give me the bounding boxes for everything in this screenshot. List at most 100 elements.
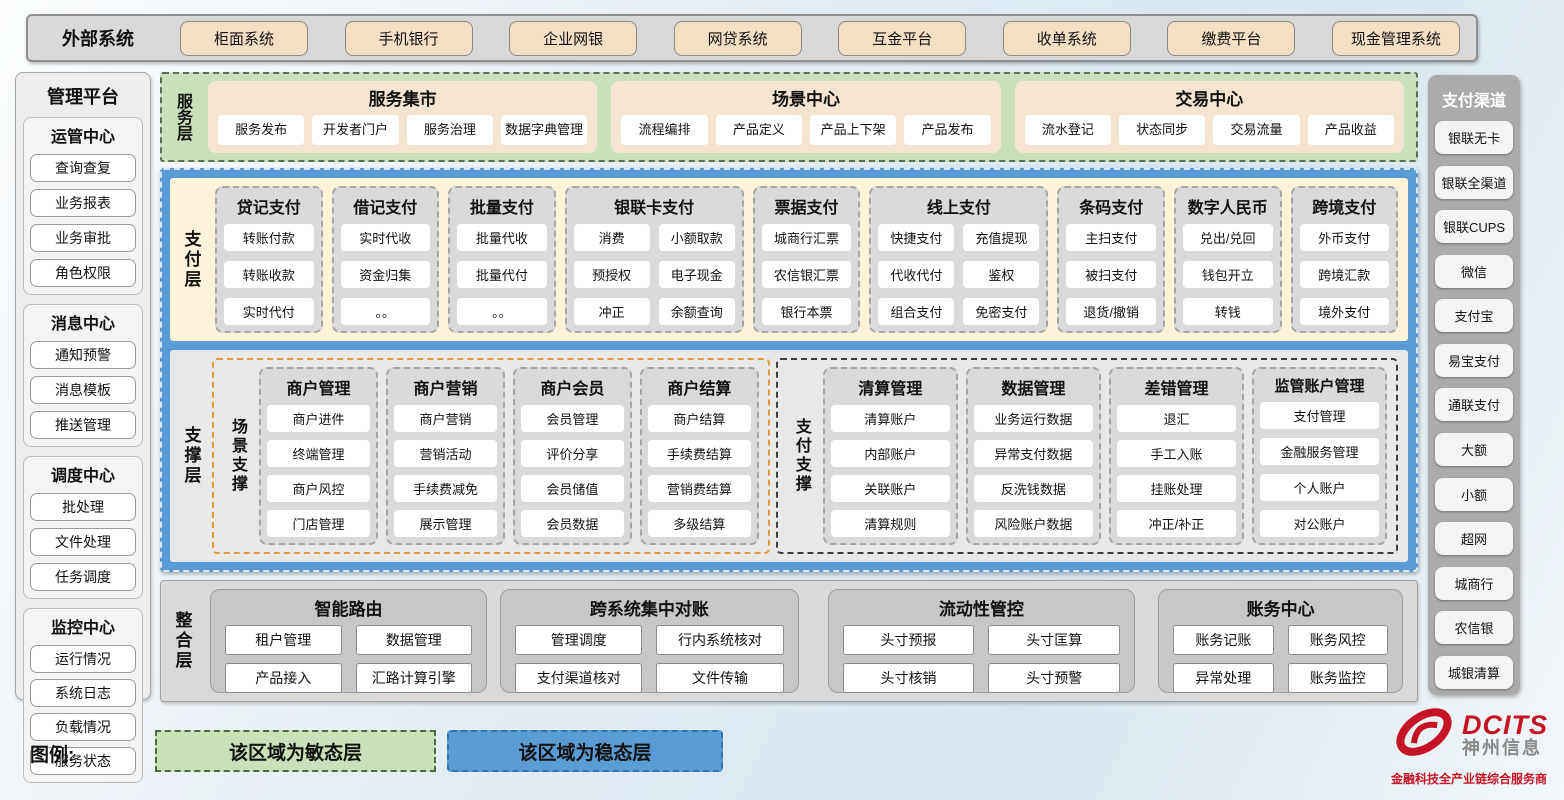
payment-button[interactable]: 余额查询	[659, 298, 735, 325]
support-button[interactable]: 业务运行数据	[974, 405, 1093, 432]
external-system-button[interactable]: 收单系统	[1003, 21, 1131, 56]
payment-button[interactable]: 批量代收	[457, 224, 547, 251]
payment-button[interactable]: 兑出/兑回	[1183, 224, 1273, 251]
support-button[interactable]: 展示管理	[394, 510, 497, 537]
payment-button[interactable]: 城商行汇票	[762, 224, 852, 251]
payment-button[interactable]: 钱包开立	[1183, 261, 1273, 288]
integration-button[interactable]: 支付渠道核对	[515, 663, 642, 693]
support-button[interactable]: 反洗钱数据	[974, 475, 1093, 502]
external-system-button[interactable]: 缴费平台	[1167, 21, 1295, 56]
integration-button[interactable]: 行内系统核对	[656, 625, 783, 655]
service-button[interactable]: 流程编排	[621, 115, 707, 145]
payment-button[interactable]: 冲正	[574, 298, 650, 325]
channel-button[interactable]: 城商行	[1435, 567, 1513, 600]
payment-button[interactable]: 批量代付	[457, 261, 547, 288]
support-button[interactable]: 商户风控	[267, 475, 370, 502]
sidebar-button[interactable]: 运行情况	[30, 645, 136, 673]
integration-button[interactable]: 租户管理	[225, 625, 342, 655]
payment-button[interactable]: 免密支付	[963, 298, 1039, 325]
integration-button[interactable]: 汇路计算引擎	[356, 663, 473, 693]
support-button[interactable]: 清算账户	[831, 405, 950, 432]
service-button[interactable]: 服务治理	[407, 115, 493, 145]
payment-button[interactable]: 跨境汇款	[1300, 261, 1390, 288]
channel-button[interactable]: 通联支付	[1435, 388, 1513, 421]
integration-button[interactable]: 账务记账	[1173, 625, 1273, 655]
integration-button[interactable]: 账务监控	[1288, 663, 1388, 693]
service-button[interactable]: 产品收益	[1308, 115, 1394, 145]
sidebar-button[interactable]: 通知预警	[30, 341, 136, 369]
integration-button[interactable]: 账务风控	[1288, 625, 1388, 655]
payment-button[interactable]: 预授权	[574, 261, 650, 288]
payment-button[interactable]: 转账收款	[224, 261, 314, 288]
support-button[interactable]: 商户营销	[394, 405, 497, 432]
payment-button[interactable]: 鉴权	[963, 261, 1039, 288]
support-button[interactable]: 终端管理	[267, 440, 370, 467]
sidebar-button[interactable]: 业务审批	[30, 224, 136, 252]
external-system-button[interactable]: 互金平台	[838, 21, 966, 56]
integration-button[interactable]: 头寸预警	[988, 663, 1120, 693]
payment-button[interactable]: 主扫支付	[1066, 224, 1156, 251]
service-button[interactable]: 产品发布	[904, 115, 990, 145]
support-button[interactable]: 支付管理	[1260, 402, 1379, 429]
external-system-button[interactable]: 企业网银	[509, 21, 637, 56]
payment-button[interactable]: 转钱	[1183, 298, 1273, 325]
support-button[interactable]: 营销活动	[394, 440, 497, 467]
payment-button[interactable]: 快捷支付	[878, 224, 954, 251]
payment-button[interactable]: 农信银汇票	[762, 261, 852, 288]
service-button[interactable]: 流水登记	[1025, 115, 1111, 145]
integration-button[interactable]: 文件传输	[656, 663, 783, 693]
payment-button[interactable]: 银行本票	[762, 298, 852, 325]
service-button[interactable]: 状态同步	[1119, 115, 1205, 145]
payment-button[interactable]: 。。	[341, 298, 431, 325]
sidebar-button[interactable]: 消息模板	[30, 376, 136, 404]
support-button[interactable]: 会员数据	[521, 510, 624, 537]
support-button[interactable]: 关联账户	[831, 475, 950, 502]
support-button[interactable]: 金融服务管理	[1260, 438, 1379, 465]
external-system-button[interactable]: 网贷系统	[674, 21, 802, 56]
support-button[interactable]: 内部账户	[831, 440, 950, 467]
channel-button[interactable]: 银联无卡	[1435, 121, 1513, 154]
support-button[interactable]: 个人账户	[1260, 474, 1379, 501]
support-button[interactable]: 会员储值	[521, 475, 624, 502]
payment-button[interactable]: 消费	[574, 224, 650, 251]
support-button[interactable]: 会员管理	[521, 405, 624, 432]
channel-button[interactable]: 超网	[1435, 522, 1513, 555]
support-button[interactable]: 风险账户数据	[974, 510, 1093, 537]
payment-button[interactable]: 外币支付	[1300, 224, 1390, 251]
sidebar-button[interactable]: 系统日志	[30, 679, 136, 707]
support-button[interactable]: 评价分享	[521, 440, 624, 467]
payment-button[interactable]: 退货/撤销	[1066, 298, 1156, 325]
service-button[interactable]: 服务发布	[218, 115, 304, 145]
external-system-button[interactable]: 现金管理系统	[1332, 21, 1460, 56]
support-button[interactable]: 营销费结算	[648, 475, 751, 502]
integration-button[interactable]: 产品接入	[225, 663, 342, 693]
service-button[interactable]: 产品上下架	[810, 115, 896, 145]
support-button[interactable]: 挂账处理	[1117, 475, 1236, 502]
channel-button[interactable]: 小额	[1435, 478, 1513, 511]
payment-button[interactable]: 小额取款	[659, 224, 735, 251]
support-button[interactable]: 清算规则	[831, 510, 950, 537]
external-system-button[interactable]: 柜面系统	[180, 21, 308, 56]
service-button[interactable]: 产品定义	[716, 115, 802, 145]
support-button[interactable]: 冲正/补正	[1117, 510, 1236, 537]
sidebar-button[interactable]: 角色权限	[30, 259, 136, 287]
support-button[interactable]: 商户进件	[267, 405, 370, 432]
support-button[interactable]: 异常支付数据	[974, 440, 1093, 467]
payment-button[interactable]: 资金归集	[341, 261, 431, 288]
integration-button[interactable]: 管理调度	[515, 625, 642, 655]
support-button[interactable]: 手续费减免	[394, 475, 497, 502]
channel-button[interactable]: 易宝支付	[1435, 344, 1513, 377]
sidebar-button[interactable]: 业务报表	[30, 189, 136, 217]
payment-button[interactable]: 代收代付	[878, 261, 954, 288]
channel-button[interactable]: 农信银	[1435, 611, 1513, 644]
channel-button[interactable]: 银联CUPS	[1435, 210, 1513, 243]
integration-button[interactable]: 头寸核销	[843, 663, 975, 693]
payment-button[interactable]: 实时代付	[224, 298, 314, 325]
sidebar-button[interactable]: 任务调度	[30, 563, 136, 591]
channel-button[interactable]: 大额	[1435, 433, 1513, 466]
integration-button[interactable]: 异常处理	[1173, 663, 1273, 693]
sidebar-button[interactable]: 负载情况	[30, 713, 136, 741]
support-button[interactable]: 商户结算	[648, 405, 751, 432]
payment-button[interactable]: 充值提现	[963, 224, 1039, 251]
integration-button[interactable]: 头寸预报	[843, 625, 975, 655]
